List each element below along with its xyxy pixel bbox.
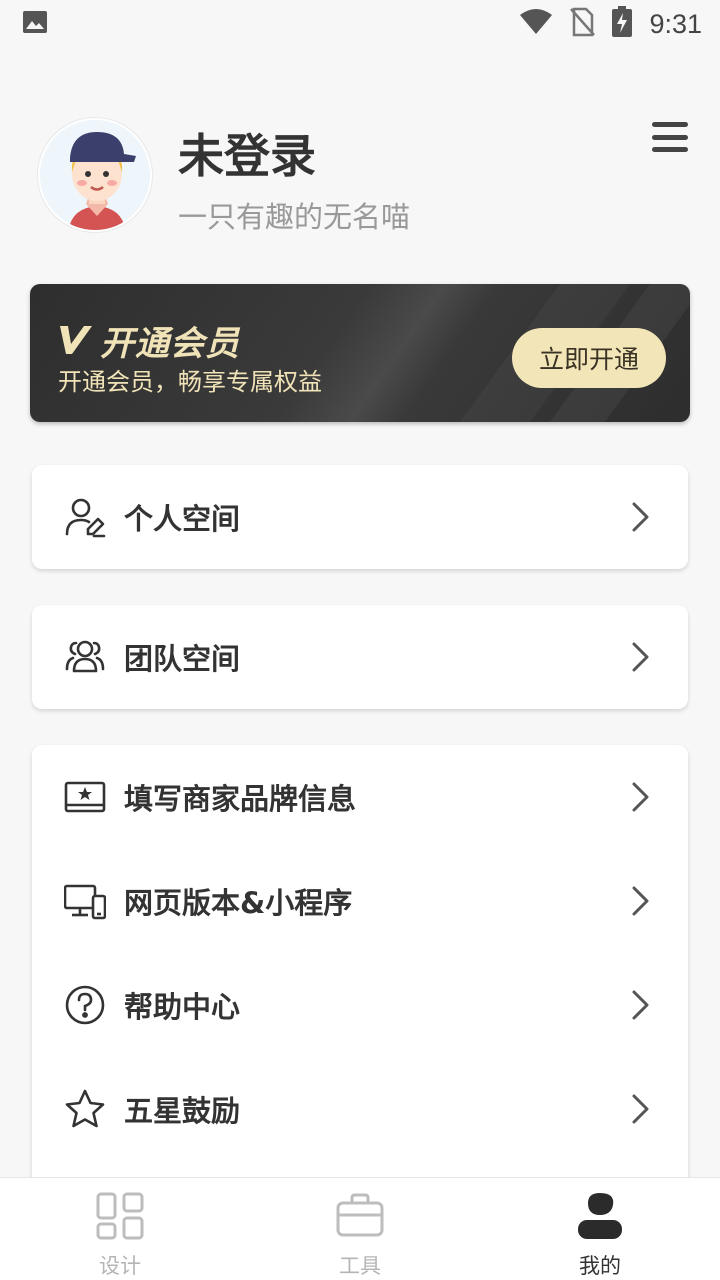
settings-card: 填写商家品牌信息 网页版本&小程序 帮助中心 五星鼓励: [32, 745, 688, 1205]
status-time: 9:31: [649, 8, 702, 39]
menu-label: 五星鼓励: [124, 1094, 241, 1128]
menu-item-five-star[interactable]: 五星鼓励: [32, 1057, 688, 1161]
status-bar: 9:31: [0, 0, 720, 48]
nav-label: 设计: [99, 1254, 141, 1278]
nav-tab-mine[interactable]: 我的: [480, 1178, 720, 1280]
menu-item-team-space[interactable]: 团队空间: [32, 605, 688, 709]
user-edit-icon: [64, 496, 106, 538]
chevron-right-icon: [630, 989, 652, 1021]
image-notification-icon: [22, 10, 48, 38]
vip-title: 开通会员: [58, 316, 240, 365]
star-icon: [64, 1088, 106, 1130]
user-tagline: 一只有趣的无名喵: [178, 200, 411, 234]
personal-space-card: 个人空间: [32, 465, 688, 569]
chevron-right-icon: [630, 1093, 652, 1125]
menu-label: 团队空间: [124, 642, 241, 676]
no-sim-icon: [569, 7, 596, 41]
username[interactable]: 未登录: [178, 120, 316, 186]
vip-title-text: 开通会员: [100, 324, 240, 364]
chevron-right-icon: [630, 885, 652, 917]
vip-v-icon: [58, 322, 92, 360]
nav-tab-tools[interactable]: 工具: [240, 1178, 480, 1280]
brand-card-icon: [64, 776, 106, 818]
menu-item-personal-space[interactable]: 个人空间: [32, 465, 688, 569]
wifi-icon: [519, 9, 553, 39]
nav-label: 工具: [339, 1254, 381, 1278]
menu-item-web-miniprogram[interactable]: 网页版本&小程序: [32, 849, 688, 953]
nav-tab-design[interactable]: 设计: [0, 1178, 240, 1280]
menu-item-help-center[interactable]: 帮助中心: [32, 953, 688, 1057]
hamburger-menu-icon[interactable]: [652, 122, 688, 152]
menu-label: 帮助中心: [124, 990, 241, 1024]
avatar[interactable]: [38, 118, 152, 232]
profile-header: 未登录 一只有趣的无名喵: [38, 118, 688, 234]
briefcase-icon: [333, 1190, 387, 1242]
nav-label: 我的: [579, 1254, 621, 1278]
menu-item-brand-info[interactable]: 填写商家品牌信息: [32, 745, 688, 849]
activate-vip-button[interactable]: 立即开通: [512, 328, 666, 388]
menu-label: 填写商家品牌信息: [124, 782, 357, 816]
monitor-phone-icon: [64, 880, 106, 922]
menu-label: 网页版本&小程序: [124, 886, 353, 920]
battery-charging-icon: [611, 6, 633, 42]
vip-banner[interactable]: 开通会员 开通会员，畅享专属权益 立即开通: [30, 284, 690, 422]
help-icon: [64, 984, 106, 1026]
chevron-right-icon: [630, 781, 652, 813]
team-space-card: 团队空间: [32, 605, 688, 709]
bottom-nav: 设计 工具 我的: [0, 1177, 720, 1280]
chevron-right-icon: [630, 641, 652, 673]
team-icon: [64, 636, 106, 678]
chevron-right-icon: [630, 501, 652, 533]
menu-label: 个人空间: [124, 502, 241, 536]
grid-icon: [93, 1190, 147, 1242]
profile-icon: [573, 1190, 627, 1242]
vip-subtitle: 开通会员，畅享专属权益: [58, 368, 322, 396]
